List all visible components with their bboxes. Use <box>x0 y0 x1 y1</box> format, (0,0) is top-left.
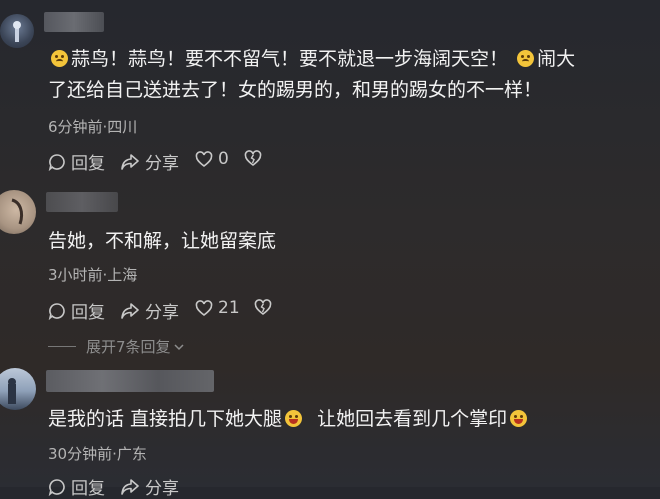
comment-text: 告她，不和解，让她留案底 <box>48 230 277 252</box>
reply-button[interactable]: 回复 <box>48 298 105 323</box>
comment-text: 是我的话 直接拍几下她大腿 让她回去看到几个掌印 <box>48 404 530 435</box>
like-button[interactable]: 0 <box>195 149 229 169</box>
broken-heart-icon <box>254 299 272 316</box>
avatar[interactable] <box>0 190 36 234</box>
avatar-figure <box>8 378 16 404</box>
share-arrow-icon <box>121 153 139 170</box>
avatar-figure <box>13 21 21 42</box>
chevron-down-icon <box>174 343 184 350</box>
comment-time-location: 30分钟前·广东 <box>48 445 147 463</box>
dislike-button[interactable] <box>244 150 267 167</box>
like-button[interactable]: 21 <box>195 298 240 318</box>
username-blurred[interactable] <box>46 192 118 212</box>
heart-icon <box>195 150 213 167</box>
reply-button[interactable]: 回复 <box>48 149 105 174</box>
reply-bubble-icon <box>48 302 65 320</box>
avatar[interactable] <box>0 368 36 410</box>
laughing-emoji-icon <box>285 410 303 427</box>
worried-emoji-icon <box>51 50 68 67</box>
share-arrow-icon <box>121 302 139 319</box>
heart-icon <box>195 299 213 316</box>
comment-text: 蒜鸟！蒜鸟！要不不留气！要不就退一步海阔天空！ 闹大 <box>48 44 575 75</box>
worried-emoji-icon <box>517 50 535 67</box>
avatar[interactable] <box>0 14 34 48</box>
username-blurred[interactable] <box>44 12 104 32</box>
laughing-emoji-icon <box>510 410 528 427</box>
username-blurred[interactable] <box>46 370 214 392</box>
expand-replies[interactable]: 展开7条回复 <box>48 336 185 357</box>
expand-replies-label: 展开7条回复 <box>86 338 171 356</box>
broken-heart-icon <box>244 150 262 167</box>
comment-time-location: 3小时前·上海 <box>48 266 138 284</box>
comment-text-line2: 了还给自己送进去了！女的踢男的，和男的踢女的不一样！ <box>48 79 543 101</box>
comment-time-location: 6分钟前·四川 <box>48 118 138 136</box>
avatar-figure <box>11 198 24 225</box>
share-button[interactable]: 分享 <box>120 149 179 174</box>
reply-bubble-icon <box>48 153 65 171</box>
dislike-button[interactable] <box>254 299 277 316</box>
expand-divider <box>48 346 76 347</box>
share-button[interactable]: 分享 <box>120 298 179 323</box>
